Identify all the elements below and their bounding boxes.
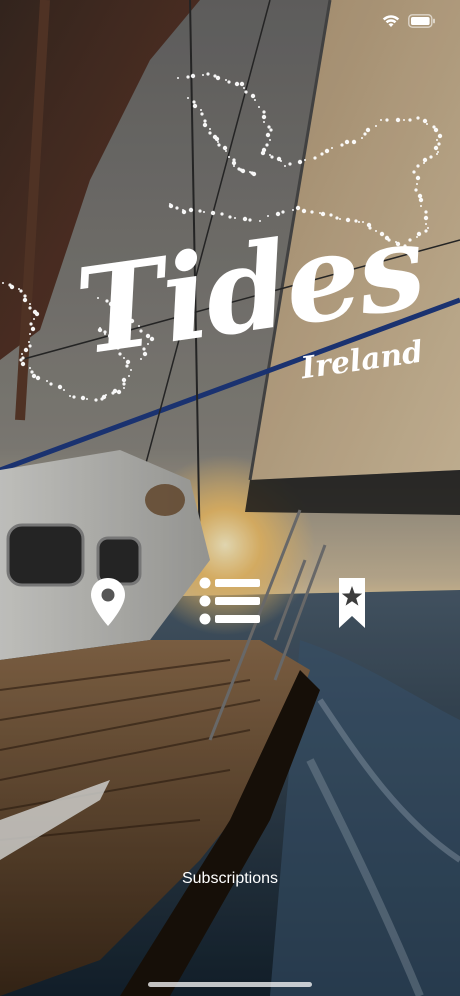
battery-icon xyxy=(408,14,435,28)
status-bar xyxy=(0,0,460,44)
wifi-icon xyxy=(382,15,400,27)
main-nav xyxy=(0,570,460,640)
bookmark-star-icon xyxy=(339,578,365,628)
locations-button[interactable] xyxy=(88,576,128,630)
home-indicator[interactable] xyxy=(148,982,312,987)
subscriptions-link[interactable]: Subscriptions xyxy=(0,870,460,888)
list-icon xyxy=(199,577,260,625)
tide-list-button[interactable] xyxy=(198,576,262,626)
status-icons xyxy=(382,14,436,28)
map-pin-icon xyxy=(91,578,125,626)
app-logo: Tides Ireland xyxy=(2,72,443,402)
favorites-button[interactable] xyxy=(337,576,367,630)
splash-screen: Tides Ireland Subscriptions xyxy=(0,0,460,996)
